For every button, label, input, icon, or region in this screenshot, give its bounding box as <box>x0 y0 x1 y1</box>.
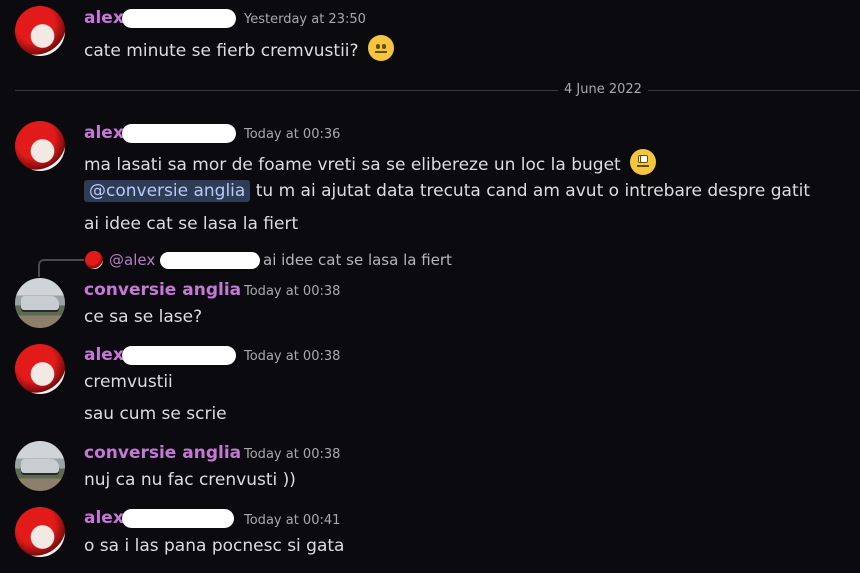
timestamp: Today at 00:36 <box>244 127 341 142</box>
timestamp: Today at 00:41 <box>244 513 341 528</box>
avatar[interactable] <box>15 6 65 56</box>
timestamp: Today at 00:38 <box>244 447 341 462</box>
redaction-mark <box>122 346 236 365</box>
message-text: nuj ca nu fac crenvusti )) <box>84 470 296 490</box>
date-divider <box>15 90 860 91</box>
author-name[interactable]: alex <box>84 123 124 143</box>
author-name[interactable]: conversie anglia <box>84 443 241 463</box>
eye-roll-face-icon <box>630 149 657 175</box>
redaction-mark <box>122 124 236 143</box>
avatar[interactable] <box>15 121 65 171</box>
timestamp: Yesterday at 23:50 <box>244 12 366 27</box>
timestamp: Today at 00:38 <box>244 349 341 364</box>
message-text: cate minute se fierb cremvustii? <box>84 35 394 61</box>
message-text-content: tu m ai ajutat data trecuta cand am avut… <box>255 181 811 201</box>
author-name[interactable]: conversie anglia <box>84 280 241 300</box>
reply-text[interactable]: ai idee cat se lasa la fiert <box>263 251 452 269</box>
date-divider-label: 4 June 2022 <box>558 82 648 97</box>
avatar[interactable] <box>15 441 65 491</box>
avatar[interactable] <box>15 507 65 557</box>
message-text: cremvustii <box>84 372 173 392</box>
message-text: ma lasati sa mor de foame vreti sa se el… <box>84 149 657 175</box>
redaction-mark <box>160 252 260 269</box>
user-mention[interactable]: @conversie anglia <box>84 180 251 202</box>
avatar[interactable] <box>15 344 65 394</box>
message-text: ce sa se lase? <box>84 307 203 327</box>
message-text: sau cum se scrie <box>84 404 227 424</box>
timestamp: Today at 00:38 <box>244 284 341 299</box>
redaction-mark <box>122 9 236 28</box>
redaction-mark <box>122 509 234 528</box>
message-text-content: cate minute se fierb cremvustii? <box>84 41 359 61</box>
author-name[interactable]: alex <box>84 345 124 365</box>
reply-avatar[interactable] <box>85 251 103 269</box>
grimacing-face-icon <box>367 35 394 61</box>
author-name[interactable]: alex <box>84 8 124 28</box>
message-text-content: ma lasati sa mor de foame vreti sa se el… <box>84 155 621 175</box>
message-text: o sa i las pana pocnesc si gata <box>84 536 345 556</box>
author-name[interactable]: alex <box>84 508 124 528</box>
avatar[interactable] <box>15 278 65 328</box>
reply-spine <box>38 259 84 277</box>
message-text: @conversie anglia tu m ai ajutat data tr… <box>84 180 811 202</box>
reply-author[interactable]: @alex <box>109 251 155 269</box>
message-text: ai idee cat se lasa la fiert <box>84 214 299 234</box>
